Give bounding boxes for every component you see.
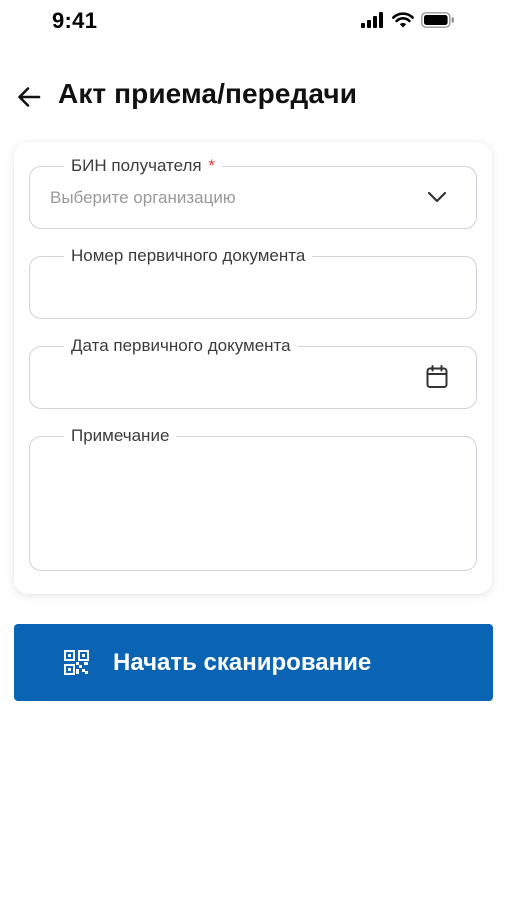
qr-code-icon: [64, 650, 89, 675]
status-bar: 9:41: [0, 0, 507, 46]
primary-doc-number-label: Номер первичного документа: [64, 245, 313, 267]
wifi-icon: [392, 12, 414, 28]
calendar-icon[interactable]: [424, 364, 450, 390]
primary-doc-date-field[interactable]: Дата первичного документа: [29, 335, 477, 409]
recipient-bin-label: БИН получателя *: [64, 155, 222, 177]
status-icons: [361, 12, 455, 28]
note-label: Примечание: [64, 425, 177, 447]
form-card: БИН получателя * Выберите организацию Но…: [14, 142, 492, 594]
start-scan-label: Начать сканирование: [113, 649, 372, 676]
start-scan-button[interactable]: Начать сканирование: [14, 624, 493, 701]
battery-icon: [421, 12, 454, 28]
recipient-bin-placeholder: Выберите организацию: [50, 188, 236, 207]
chevron-down-icon[interactable]: [424, 184, 450, 210]
required-mark: *: [208, 156, 215, 175]
recipient-bin-select[interactable]: БИН получателя * Выберите организацию: [29, 155, 477, 229]
primary-doc-number-field[interactable]: Номер первичного документа: [29, 245, 477, 319]
status-time: 9:41: [52, 8, 98, 33]
note-textarea[interactable]: Примечание: [29, 425, 477, 571]
app-header: Акт приема/передачи: [0, 76, 507, 120]
back-button[interactable]: [14, 82, 44, 112]
page-title: Акт приема/передачи: [58, 78, 358, 109]
arrow-left-icon: [18, 87, 41, 107]
cellular-signal-icon: [361, 12, 383, 28]
primary-doc-date-label: Дата первичного документа: [64, 335, 298, 357]
